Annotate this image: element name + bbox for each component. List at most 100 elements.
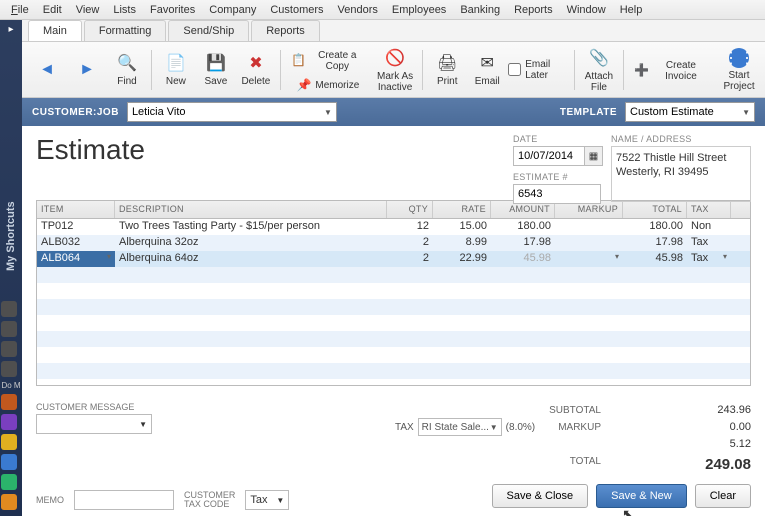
customer-message-label: CUSTOMER MESSAGE: [36, 402, 134, 412]
table-row[interactable]: ALB064▾Alberquina 64oz222.9945.98▾45.98T…: [37, 251, 750, 267]
grid-body[interactable]: TP012Two Trees Tasting Party - $15/per p…: [37, 219, 750, 385]
chevron-down-icon: ▼: [324, 108, 332, 117]
menu-banking[interactable]: Banking: [453, 4, 507, 16]
sidebar-shortcuts-label[interactable]: My Shortcuts: [5, 69, 17, 271]
save-close-button[interactable]: Save & Close: [492, 484, 589, 508]
sidebar-dock: Do M: [1, 301, 20, 516]
dock-icon[interactable]: [1, 414, 17, 430]
arrow-left-icon: ◄: [36, 59, 58, 81]
email-icon: ✉: [476, 52, 498, 74]
table-row[interactable]: [37, 347, 750, 363]
new-icon: 📄: [165, 52, 187, 74]
customer-job-select[interactable]: Leticia Vito▼: [127, 102, 337, 122]
template-select[interactable]: Custom Estimate▼: [625, 102, 755, 122]
address-label: NAME / ADDRESS: [611, 134, 751, 144]
menu-customers[interactable]: Customers: [263, 4, 330, 16]
attach-file-button[interactable]: 📎Attach File: [580, 45, 618, 95]
table-row[interactable]: [37, 331, 750, 347]
create-invoice-button[interactable]: ➕Create Invoice: [629, 56, 715, 84]
invoice-icon: ➕: [635, 63, 649, 77]
inactive-icon: 🚫: [384, 47, 406, 69]
memo-input[interactable]: [74, 490, 174, 510]
dock-icon[interactable]: [1, 454, 17, 470]
print-button[interactable]: 🖨Print: [428, 50, 466, 89]
customer-tax-code-select[interactable]: Tax▼: [245, 490, 289, 510]
customer-tax-code-label: CUSTOMER TAX CODE: [184, 491, 235, 509]
tab-reports[interactable]: Reports: [251, 20, 320, 41]
print-icon: 🖨: [436, 52, 458, 74]
dock-icon[interactable]: [1, 321, 17, 337]
start-project-button[interactable]: ⋮⋮Start Project: [719, 46, 759, 94]
tax-label: TAX: [395, 422, 414, 433]
tab-send-ship[interactable]: Send/Ship: [168, 20, 249, 41]
menu-reports[interactable]: Reports: [507, 4, 560, 16]
tax-select[interactable]: RI State Sale...▼: [418, 418, 502, 436]
nav-next-button[interactable]: ►: [68, 57, 106, 83]
find-button[interactable]: 🔍Find: [108, 50, 146, 89]
tax-pct: (8.0%): [506, 422, 535, 433]
customer-job-label: CUSTOMER:JOB: [32, 107, 119, 118]
save-new-button[interactable]: Save & New: [596, 484, 687, 508]
customer-template-bar: CUSTOMER:JOB Leticia Vito▼ TEMPLATE Cust…: [22, 98, 765, 126]
menu-file[interactable]: File: [4, 4, 36, 16]
form-content: Estimate DATE ▦ ESTIMATE # NAME / ADDRES…: [22, 126, 765, 516]
mark-inactive-button[interactable]: 🚫Mark As Inactive: [373, 45, 418, 95]
menu-employees[interactable]: Employees: [385, 4, 453, 16]
save-button[interactable]: 💾Save: [197, 50, 235, 89]
toolbar: ◄ ► 🔍Find 📄New 💾Save ✖Delete 📋Create a C…: [22, 42, 765, 98]
table-row[interactable]: [37, 283, 750, 299]
dock-icon[interactable]: [1, 434, 17, 450]
estimate-no-input[interactable]: [513, 184, 601, 204]
delete-button[interactable]: ✖Delete: [237, 50, 275, 89]
memorize-button[interactable]: 📌Memorize: [286, 76, 371, 94]
address-box[interactable]: 7522 Thistle Hill Street Westerly, RI 39…: [611, 146, 751, 202]
memo-label: MEMO: [36, 495, 64, 505]
table-row[interactable]: [37, 315, 750, 331]
chevron-down-icon[interactable]: ▾: [615, 252, 619, 261]
menu-vendors[interactable]: Vendors: [331, 4, 385, 16]
dock-icon[interactable]: [1, 494, 17, 510]
menu-company[interactable]: Company: [202, 4, 263, 16]
new-button[interactable]: 📄New: [157, 50, 195, 89]
email-later-checkbox[interactable]: Email Later: [508, 59, 569, 81]
create-copy-button[interactable]: 📋Create a Copy: [286, 46, 371, 74]
chevron-down-icon[interactable]: ▾: [107, 252, 111, 261]
line-items-grid: ITEM DESCRIPTION QTY RATE AMOUNT MARKUP …: [36, 200, 751, 386]
chevron-down-icon[interactable]: ▾: [723, 252, 727, 261]
arrow-right-icon: ►: [76, 59, 98, 81]
sidebar-expand-icon[interactable]: ▸: [8, 20, 13, 39]
table-row[interactable]: TP012Two Trees Tasting Party - $15/per p…: [37, 219, 750, 235]
menubar[interactable]: File Edit View Lists Favorites Company C…: [0, 0, 765, 20]
date-input[interactable]: [513, 146, 585, 166]
menu-help[interactable]: Help: [613, 4, 650, 16]
dock-icon[interactable]: [1, 474, 17, 490]
clear-button[interactable]: Clear: [695, 484, 751, 508]
calendar-icon[interactable]: ▦: [585, 146, 603, 166]
dock-icon[interactable]: [1, 394, 17, 410]
nav-prev-button[interactable]: ◄: [28, 57, 66, 83]
menu-favorites[interactable]: Favorites: [143, 4, 202, 16]
chevron-down-icon: ▼: [139, 420, 147, 429]
tab-formatting[interactable]: Formatting: [84, 20, 167, 41]
markup-label: MARKUP: [549, 419, 601, 436]
dock-icon[interactable]: [1, 361, 17, 377]
email-button[interactable]: ✉Email: [468, 50, 506, 89]
table-row[interactable]: [37, 363, 750, 379]
table-row[interactable]: ALB032Alberquina 32oz28.9917.9817.98Tax: [37, 235, 750, 251]
cursor-icon: ⬉: [622, 506, 634, 516]
dock-icon[interactable]: [1, 301, 17, 317]
menu-window[interactable]: Window: [560, 4, 613, 16]
total-value: 249.08: [691, 453, 751, 476]
customer-message-select[interactable]: ▼: [36, 414, 152, 434]
copy-icon: 📋: [292, 53, 306, 67]
total-label: TOTAL: [549, 453, 601, 470]
table-row[interactable]: [37, 267, 750, 283]
tab-main[interactable]: Main: [28, 20, 82, 41]
menu-edit[interactable]: Edit: [36, 4, 69, 16]
save-icon: 💾: [205, 52, 227, 74]
dock-icon[interactable]: [1, 341, 17, 357]
table-row[interactable]: [37, 299, 750, 315]
menu-lists[interactable]: Lists: [106, 4, 143, 16]
menu-view[interactable]: View: [69, 4, 107, 16]
search-icon: 🔍: [116, 52, 138, 74]
